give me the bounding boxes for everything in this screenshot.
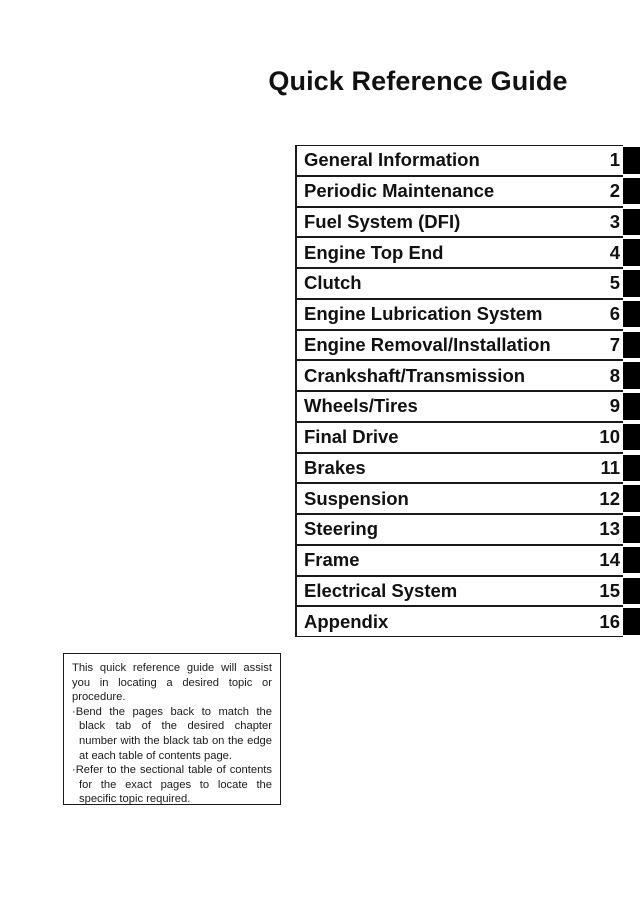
chapter-index-row[interactable]: Fuel System (DFI) 3 [295, 206, 640, 238]
chapter-black-tab [623, 331, 640, 358]
chapter-number: 16 [599, 610, 620, 632]
chapter-label: Appendix [304, 610, 389, 632]
document-page: Quick Reference Guide General Informatio… [0, 0, 640, 905]
chapter-index-row[interactable]: Engine Removal/Installation 7 [295, 329, 640, 361]
chapter-black-tab [623, 239, 640, 266]
chapter-number: 9 [609, 395, 620, 417]
chapter-black-tab [623, 147, 640, 174]
chapter-black-tab [623, 454, 640, 481]
chapter-label: Crankshaft/Transmission [304, 364, 526, 386]
chapter-index-row[interactable]: Steering 13 [295, 514, 640, 545]
chapter-black-tab [623, 393, 640, 420]
chapter-index-row[interactable]: Wheels/Tires 9 [295, 391, 640, 422]
chapter-label: Final Drive [304, 426, 399, 448]
chapter-black-tab [623, 270, 640, 297]
chapter-label: Clutch [304, 272, 362, 294]
chapter-index-row[interactable]: Appendix 16 [295, 606, 640, 637]
chapter-number: 13 [599, 518, 620, 540]
chapter-label: Brakes [304, 456, 366, 478]
chapter-black-tab [623, 546, 640, 574]
chapter-number: 14 [599, 549, 620, 571]
chapter-black-tab [623, 516, 640, 543]
chapter-black-tab [623, 300, 640, 328]
chapter-row-body[interactable]: General Information 1 [295, 145, 623, 176]
chapter-row-body[interactable]: Engine Lubrication System 6 [295, 298, 623, 330]
note-bullet-item: ·Bend the pages back to match the black … [72, 705, 272, 762]
chapter-label: Engine Lubrication System [304, 303, 543, 325]
chapter-black-tab [623, 577, 640, 604]
chapter-row-body[interactable]: Wheels/Tires 9 [295, 391, 623, 422]
chapter-index-row[interactable]: Engine Top End 4 [295, 237, 640, 268]
chapter-index-row[interactable]: Engine Lubrication System 6 [295, 298, 640, 330]
chapter-index-row[interactable]: Periodic Maintenance 2 [295, 175, 640, 207]
chapter-black-tab [623, 423, 640, 451]
chapter-label: Engine Top End [304, 241, 444, 263]
chapter-number: 4 [609, 241, 620, 263]
chapter-label: Frame [304, 549, 360, 571]
chapter-number: 5 [609, 272, 620, 294]
chapter-label: Wheels/Tires [304, 395, 418, 417]
chapter-label: Steering [304, 518, 379, 540]
note-bullet-item: ·Refer to the sectional table of content… [72, 764, 272, 806]
chapter-label: Periodic Maintenance [304, 180, 495, 202]
chapter-row-body[interactable]: Final Drive 10 [295, 421, 623, 453]
chapter-index-row[interactable]: Electrical System 15 [295, 575, 640, 607]
chapter-index-table: General Information 1 Periodic Maintenance… [295, 145, 640, 637]
chapter-number: 7 [609, 333, 620, 355]
chapter-row-body[interactable]: Engine Top End 4 [295, 237, 623, 268]
chapter-row-body[interactable]: Steering 13 [295, 514, 623, 545]
chapter-number: 6 [609, 303, 620, 325]
chapter-black-tab [623, 608, 640, 635]
chapter-row-body[interactable]: Fuel System (DFI) 3 [295, 206, 623, 238]
chapter-label: General Information [304, 149, 480, 171]
chapter-row-body[interactable]: Periodic Maintenance 2 [295, 175, 623, 207]
chapter-label: Fuel System (DFI) [304, 210, 461, 232]
chapter-index-row[interactable]: General Information 1 [295, 145, 640, 176]
chapter-row-body[interactable]: Engine Removal/Installation 7 [295, 329, 623, 361]
chapter-black-tab [623, 485, 640, 512]
chapter-number: 11 [600, 456, 620, 478]
chapter-row-body[interactable]: Brakes 11 [295, 452, 623, 484]
chapter-number: 10 [599, 426, 620, 448]
chapter-row-body[interactable]: Crankshaft/Transmission 8 [295, 360, 623, 391]
chapter-row-body[interactable]: Suspension 12 [295, 483, 623, 514]
chapter-number: 3 [609, 210, 620, 232]
note-intro-text: This quick reference guide will assist y… [72, 662, 272, 704]
chapter-index-row[interactable]: Suspension 12 [295, 483, 640, 514]
chapter-index-row[interactable]: Frame 14 [295, 544, 640, 576]
chapter-row-body[interactable]: Clutch 5 [295, 268, 623, 299]
chapter-label: Engine Removal/Installation [304, 333, 551, 355]
chapter-number: 12 [599, 487, 620, 509]
chapter-number: 15 [599, 579, 620, 601]
chapter-number: 1 [609, 149, 620, 171]
chapter-label: Suspension [304, 487, 409, 509]
chapter-number: 2 [609, 180, 620, 202]
page-title: Quick Reference Guide [268, 66, 568, 96]
chapter-index-row[interactable]: Crankshaft/Transmission 8 [295, 360, 640, 391]
chapter-row-body[interactable]: Frame 14 [295, 544, 623, 576]
chapter-black-tab [623, 208, 640, 235]
chapter-index-row[interactable]: Clutch 5 [295, 268, 640, 299]
chapter-label: Electrical System [304, 579, 458, 601]
chapter-index-row[interactable]: Final Drive 10 [295, 421, 640, 453]
chapter-number: 8 [609, 364, 620, 386]
chapter-index-row[interactable]: Brakes 11 [295, 452, 640, 484]
chapter-black-tab [623, 177, 640, 205]
chapter-row-body[interactable]: Electrical System 15 [295, 575, 623, 607]
chapter-black-tab [623, 362, 640, 389]
instruction-note-box: This quick reference guide will assist y… [63, 653, 281, 805]
chapter-row-body[interactable]: Appendix 16 [295, 606, 623, 637]
